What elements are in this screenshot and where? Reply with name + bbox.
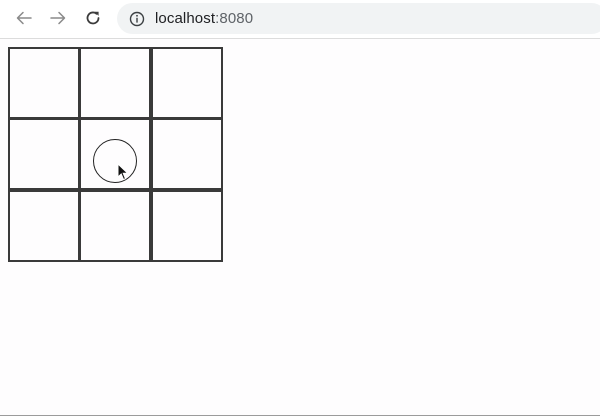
board-cell[interactable]: [79, 118, 151, 190]
url-host: localhost: [155, 10, 216, 27]
board-cell[interactable]: [8, 190, 80, 262]
board-cell[interactable]: [8, 47, 80, 119]
back-button[interactable]: [13, 7, 35, 29]
forward-arrow-icon: [49, 9, 67, 27]
board-cell[interactable]: [151, 118, 223, 190]
board-cell[interactable]: [79, 47, 151, 119]
address-bar[interactable]: localhost:8080: [117, 3, 600, 34]
board-cell[interactable]: [151, 190, 223, 262]
reload-button[interactable]: [82, 7, 104, 29]
browser-toolbar: localhost:8080: [0, 0, 600, 39]
back-arrow-icon: [15, 9, 33, 27]
forward-button[interactable]: [47, 7, 69, 29]
page-content: [0, 39, 600, 415]
info-icon[interactable]: [129, 11, 145, 27]
url-port: :8080: [215, 10, 254, 27]
o-mark: [93, 139, 137, 183]
url-text: localhost:8080: [155, 10, 253, 27]
tic-tac-toe-board: [8, 47, 230, 269]
board-cell[interactable]: [8, 118, 80, 190]
reload-icon: [84, 9, 102, 27]
board-cell[interactable]: [151, 47, 223, 119]
board-cell[interactable]: [79, 190, 151, 262]
